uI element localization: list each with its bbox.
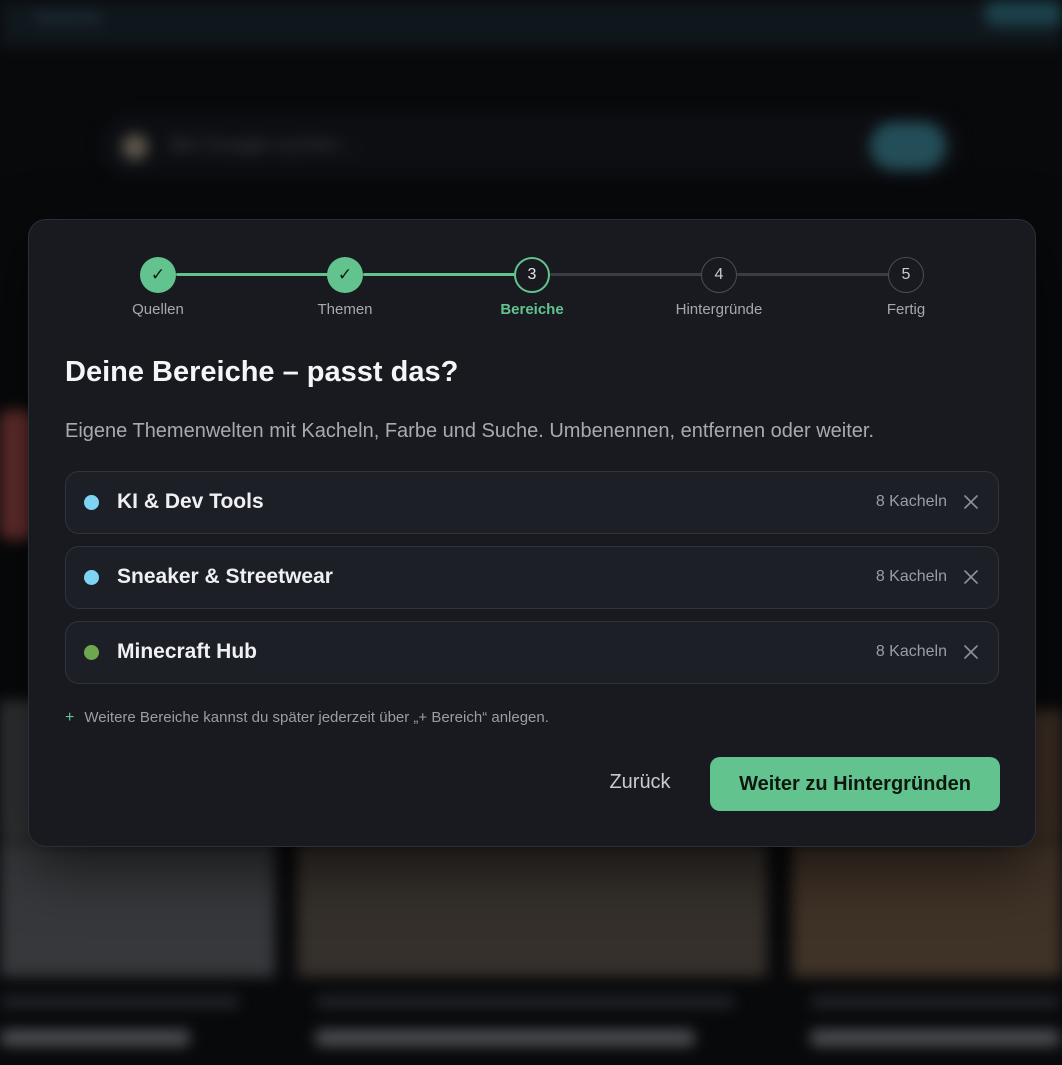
background-article-image	[297, 842, 767, 977]
remove-area-button[interactable]	[958, 563, 984, 591]
background-article-title	[810, 1030, 1060, 1046]
step-themen: ✓ Themen	[285, 257, 405, 318]
remove-area-button[interactable]	[958, 488, 984, 516]
step-number: 4	[701, 257, 737, 293]
check-icon: ✓	[140, 257, 176, 293]
step-label: Quellen	[132, 301, 184, 318]
dialog-description: Eigene Themenwelten mit Kacheln, Farbe u…	[65, 420, 875, 442]
background-article-image	[792, 842, 1062, 977]
back-button[interactable]: Zurück	[599, 760, 681, 804]
close-icon	[964, 495, 978, 509]
area-color-dot	[84, 570, 99, 585]
area-tile-count: 8 Kacheln	[875, 568, 947, 585]
step-label: Bereiche	[500, 301, 564, 318]
background-search-button	[870, 122, 946, 170]
step-number: 3	[514, 257, 550, 293]
step-fertig: 5 Fertig	[846, 257, 966, 318]
area-tile-count: 8 Kacheln	[875, 643, 947, 660]
plus-icon: +	[65, 709, 75, 726]
background-article-meta	[810, 996, 1060, 1008]
remove-area-button[interactable]	[958, 638, 984, 666]
setup-dialog: ✓ Quellen ✓ Themen 3 Bereiche 4 Hintergr…	[28, 219, 1036, 847]
background-article-title	[315, 1030, 695, 1046]
google-icon	[122, 134, 148, 160]
background-topbar-button	[985, 0, 1062, 26]
area-item-sneaker-streetwear[interactable]: Sneaker & Streetwear 8 Kacheln	[65, 546, 999, 609]
close-icon	[964, 645, 978, 659]
area-name[interactable]: KI & Dev Tools	[117, 490, 264, 514]
step-bereiche: 3 Bereiche	[472, 257, 592, 318]
step-hintergruende: 4 Hintergründe	[659, 257, 779, 318]
step-quellen: ✓ Quellen	[98, 257, 218, 318]
close-icon	[964, 570, 978, 584]
background-search-placeholder: Bei Google suchen…	[170, 134, 360, 156]
step-label: Hintergründe	[675, 301, 763, 318]
background-article-meta	[0, 996, 240, 1008]
background-topbar: … › Bereiche	[0, 0, 1062, 48]
add-area-hint: + Weitere Bereiche kannst du später jeder…	[65, 709, 549, 727]
background-breadcrumb: … › Bereiche	[8, 10, 102, 27]
area-item-minecraft-hub[interactable]: Minecraft Hub 8 Kacheln	[65, 621, 999, 684]
background-article-meta	[315, 996, 735, 1008]
check-icon: ✓	[327, 257, 363, 293]
area-name[interactable]: Sneaker & Streetwear	[117, 565, 333, 589]
area-color-dot	[84, 495, 99, 510]
area-color-dot	[84, 645, 99, 660]
background-article-image	[0, 842, 275, 977]
step-label: Fertig	[886, 301, 926, 318]
area-item-ki-dev-tools[interactable]: KI & Dev Tools 8 Kacheln	[65, 471, 999, 534]
hint-text: Weitere Bereiche kannst du später jederz…	[84, 709, 549, 726]
background-article-title	[0, 1030, 190, 1046]
dialog-title: Deine Bereiche – passt das?	[65, 356, 459, 388]
area-tile-count: 8 Kacheln	[875, 493, 947, 510]
next-button[interactable]: Weiter zu Hintergründen	[710, 757, 1000, 811]
background-search-bar: Bei Google suchen…	[100, 112, 960, 180]
area-name[interactable]: Minecraft Hub	[117, 640, 257, 664]
step-label: Themen	[317, 301, 373, 318]
step-number: 5	[888, 257, 924, 293]
